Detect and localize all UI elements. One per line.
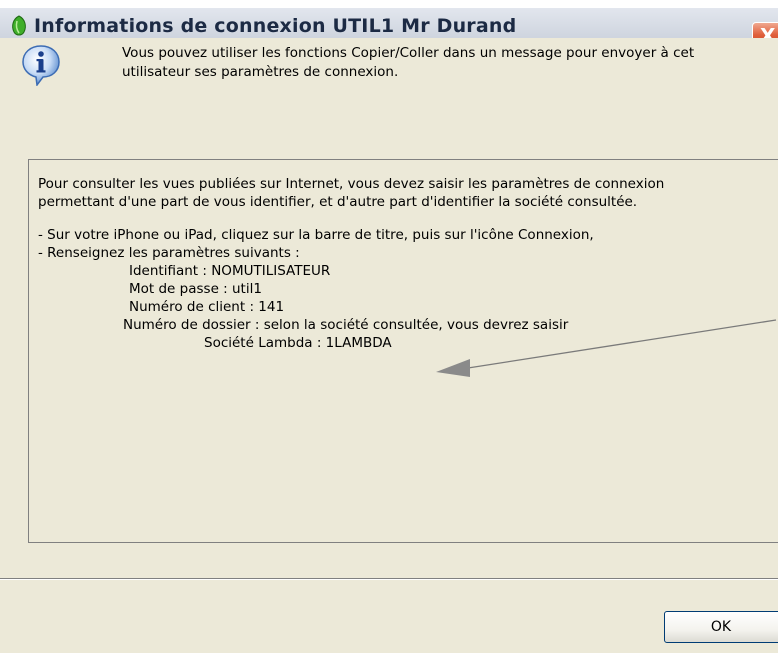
info-message-line-1: Vous pouvez utiliser les fonctions Copie… xyxy=(122,45,695,61)
title-bar-content: Informations de connexion UTIL1 Mr Duran… xyxy=(10,12,516,40)
info-icon xyxy=(22,45,60,86)
connection-details-text: Pour consulter les vues publiées sur Int… xyxy=(38,175,778,352)
button-separator xyxy=(0,578,778,580)
window-title: Informations de connexion UTIL1 Mr Duran… xyxy=(34,15,517,37)
dialog-window: Informations de connexion UTIL1 Mr Duran… xyxy=(0,0,778,653)
param-mot-de-passe: Mot de passe : util1 xyxy=(129,281,262,297)
step-2: - Renseignez les paramètres suivants : xyxy=(38,245,300,261)
ok-button-label: OK xyxy=(710,619,732,635)
param-numero-dossier: Numéro de dossier : selon la société con… xyxy=(123,317,569,333)
step-1: - Sur votre iPhone ou iPad, cliquez sur … xyxy=(38,227,594,243)
intro-line-2: permettant d'une part de vous identifier… xyxy=(38,194,638,210)
connection-details-box[interactable]: Pour consulter les vues publiées sur Int… xyxy=(28,159,778,543)
ok-button[interactable]: OK xyxy=(664,611,778,643)
param-identifiant: Identifiant : NOMUTILISATEUR xyxy=(129,263,331,279)
green-leaf-icon xyxy=(12,15,26,36)
param-societe: Société Lambda : 1LAMBDA xyxy=(204,335,392,351)
intro-line-1: Pour consulter les vues publiées sur Int… xyxy=(38,176,665,192)
info-message: Vous pouvez utiliser les fonctions Copie… xyxy=(122,44,772,82)
param-numero-client: Numéro de client : 141 xyxy=(129,299,285,315)
info-message-line-2: utilisateur ses paramètres de connexion. xyxy=(122,64,399,80)
